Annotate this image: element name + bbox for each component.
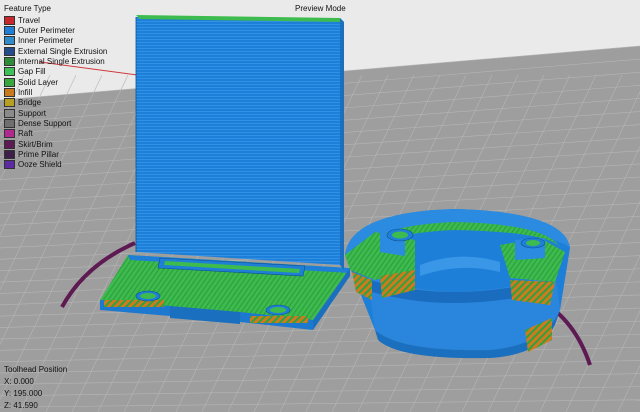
legend-item: Skirt/Brim [4, 139, 107, 149]
toolhead-y: Y: 195.000 [4, 389, 43, 398]
legend-swatch [4, 98, 15, 108]
legend-label: Internal Single Extrusion [18, 57, 105, 67]
legend-item: Dense Support [4, 118, 107, 129]
legend-label: Inner Perimeter [18, 36, 74, 46]
legend-label: Bridge [18, 98, 42, 108]
legend-item: Infill [4, 87, 107, 98]
legend-label: Dense Support [18, 119, 72, 129]
legend-label: External Single Extrusion [18, 46, 108, 56]
legend-item: Inner Perimeter [4, 36, 107, 46]
legend-label: Prime Pillar [18, 150, 59, 160]
legend-swatch [4, 77, 15, 87]
legend-label: Ooze Shield [18, 160, 62, 170]
legend-swatch [4, 57, 15, 67]
legend-label: Outer Perimeter [18, 26, 75, 36]
legend-swatch [4, 67, 15, 77]
legend-swatch [4, 26, 15, 36]
toolhead-title: Toolhead Position [4, 365, 68, 374]
legend-swatch [4, 119, 15, 129]
legend-swatch [4, 15, 15, 25]
legend-swatch [4, 36, 15, 46]
legend-title: Feature Type [4, 4, 51, 13]
legend-item: Gap Fill [4, 67, 107, 77]
legend-label: Travel [18, 15, 40, 25]
legend-label: Skirt/Brim [18, 139, 53, 149]
legend-item: Raft [4, 129, 107, 139]
legend-label: Gap Fill [18, 67, 46, 77]
legend-label: Support [18, 108, 47, 118]
legend-swatch [4, 46, 15, 56]
feature-type-legend: Travel Outer Perimeter Inner Perimeter Exte… [4, 15, 107, 170]
toolhead-position-panel: Toolhead Position X: 0.000 Y: 195.000 Z:… [4, 364, 67, 412]
toolhead-z: Z: 41.590 [4, 401, 38, 410]
legend-item: External Single Extrusion [4, 46, 107, 56]
legend-label: Solid Layer [18, 77, 59, 87]
legend-item: Prime Pillar [4, 149, 107, 160]
legend-label: Raft [18, 129, 33, 139]
legend-item: Travel [4, 15, 107, 25]
legend-label: Infill [18, 88, 33, 98]
legend-item: Ooze Shield [4, 160, 107, 170]
stand-model [100, 15, 350, 330]
legend-swatch [4, 108, 15, 118]
legend-item: Outer Perimeter [4, 25, 107, 36]
legend-item: Solid Layer [4, 77, 107, 87]
legend-swatch [4, 139, 15, 149]
legend-swatch [4, 88, 15, 98]
legend-item: Bridge [4, 98, 107, 108]
legend-item: Support [4, 108, 107, 118]
holder-model [345, 209, 570, 359]
toolhead-x: X: 0.000 [4, 377, 34, 386]
legend-swatch [4, 160, 15, 170]
legend-item: Internal Single Extrusion [4, 56, 107, 67]
3d-preview-viewport[interactable]: Feature Type Preview Mode Travel Outer Pe… [0, 0, 640, 412]
preview-mode-label: Preview Mode [295, 4, 346, 13]
legend-swatch [4, 129, 15, 139]
legend-swatch [4, 150, 15, 160]
